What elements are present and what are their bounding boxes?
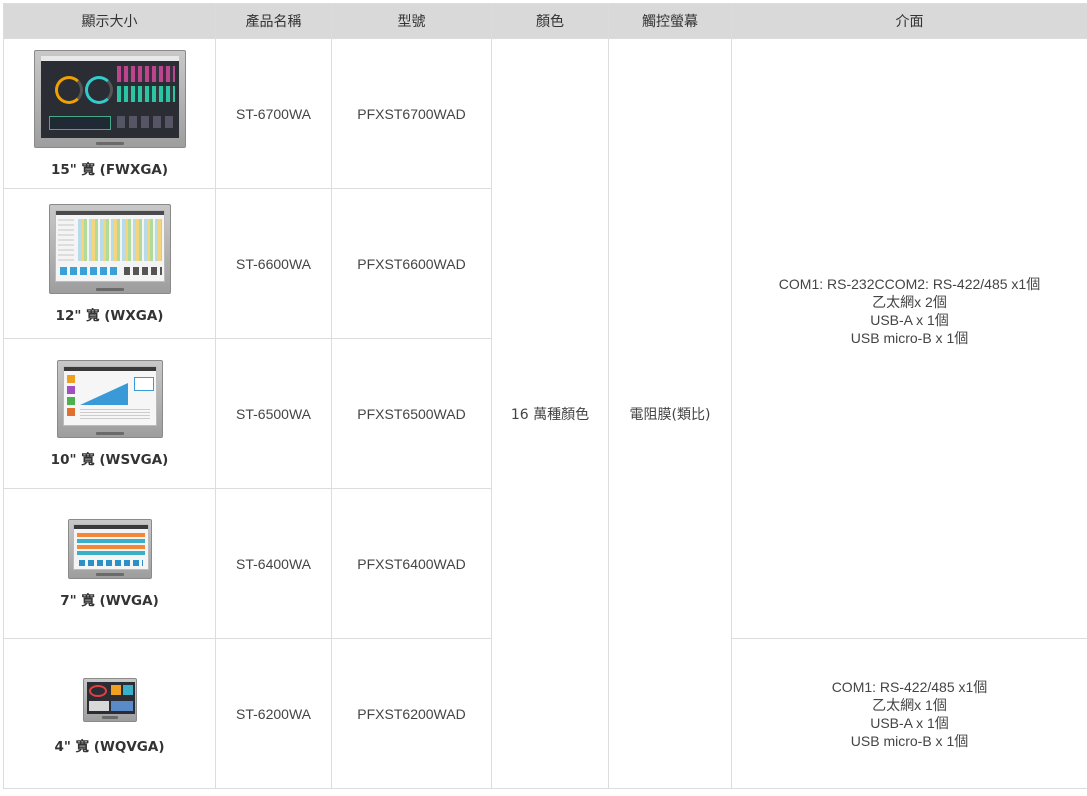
header-interface: 介面 <box>731 3 1087 39</box>
model-cell: PFXST6500WAD <box>331 338 492 489</box>
hmi-4-inch-device-icon <box>82 678 137 722</box>
model-cell: PFXST6200WAD <box>331 638 492 789</box>
interface-line: 乙太網x 1個 <box>872 696 947 713</box>
size-cell: 4" 寬 (WQVGA) <box>3 638 216 789</box>
hmi-12-inch-device-icon <box>48 203 171 294</box>
size-label: 10" 寬 (WSVGA) <box>50 451 169 468</box>
model-cell: PFXST6400WAD <box>331 488 492 639</box>
size-cell: 10" 寬 (WSVGA) <box>3 338 216 489</box>
interface-line: 乙太網x 2個 <box>872 293 947 310</box>
size-label: 15" 寬 (FWXGA) <box>50 161 169 178</box>
spec-table: 顯示大小 產品名稱 型號 顏色 觸控螢幕 介面 15" 寬 (FWXGA) ST… <box>3 3 1087 789</box>
product-name-cell: ST-6200WA <box>215 638 332 789</box>
size-label: 7" 寬 (WVGA) <box>60 592 159 609</box>
size-label: 4" 寬 (WQVGA) <box>54 739 165 755</box>
hmi-10-inch-device-icon <box>56 359 163 438</box>
header-row: 顯示大小 產品名稱 型號 顏色 觸控螢幕 介面 <box>3 3 1087 39</box>
product-name-cell: ST-6700WA <box>215 38 332 189</box>
interface-line: USB-A x 1個 <box>870 714 949 731</box>
interface-line: USB micro-B x 1個 <box>850 329 969 346</box>
touch-cell: 電阻膜(類比) <box>608 38 732 789</box>
header-color: 顏色 <box>491 3 609 39</box>
header-touch: 觸控螢幕 <box>608 3 732 39</box>
size-label: 12" 寬 (WXGA) <box>55 307 164 324</box>
size-cell: 15" 寬 (FWXGA) <box>3 38 216 189</box>
product-name-cell: ST-6400WA <box>215 488 332 639</box>
color-cell: 16 萬種顏色 <box>491 38 609 789</box>
model-cell: PFXST6600WAD <box>331 188 492 339</box>
interface-cell-a: COM1: RS-232CCOM2: RS-422/485 x1個 乙太網x 2… <box>731 38 1087 639</box>
interface-line: COM1: RS-422/485 x1個 <box>831 678 988 695</box>
product-name-cell: ST-6600WA <box>215 188 332 339</box>
header-model: 型號 <box>331 3 492 39</box>
size-cell: 12" 寬 (WXGA) <box>3 188 216 339</box>
hmi-7-inch-device-icon <box>67 518 152 579</box>
hmi-15-inch-device-icon <box>33 49 186 148</box>
table-row: 15" 寬 (FWXGA) ST-6700WA PFXST6700WAD 16 … <box>3 38 1087 789</box>
product-name-cell: ST-6500WA <box>215 338 332 489</box>
model-cell: PFXST6700WAD <box>331 38 492 189</box>
size-cell: 7" 寬 (WVGA) <box>3 488 216 639</box>
interface-line: COM1: RS-232CCOM2: RS-422/485 x1個 <box>778 275 1041 292</box>
header-product-name: 產品名稱 <box>215 3 332 39</box>
interface-line: USB-A x 1個 <box>870 311 949 328</box>
interface-line: USB micro-B x 1個 <box>850 732 969 749</box>
header-size: 顯示大小 <box>3 3 216 39</box>
interface-cell-b: COM1: RS-422/485 x1個 乙太網x 1個 USB-A x 1個 … <box>731 638 1087 789</box>
